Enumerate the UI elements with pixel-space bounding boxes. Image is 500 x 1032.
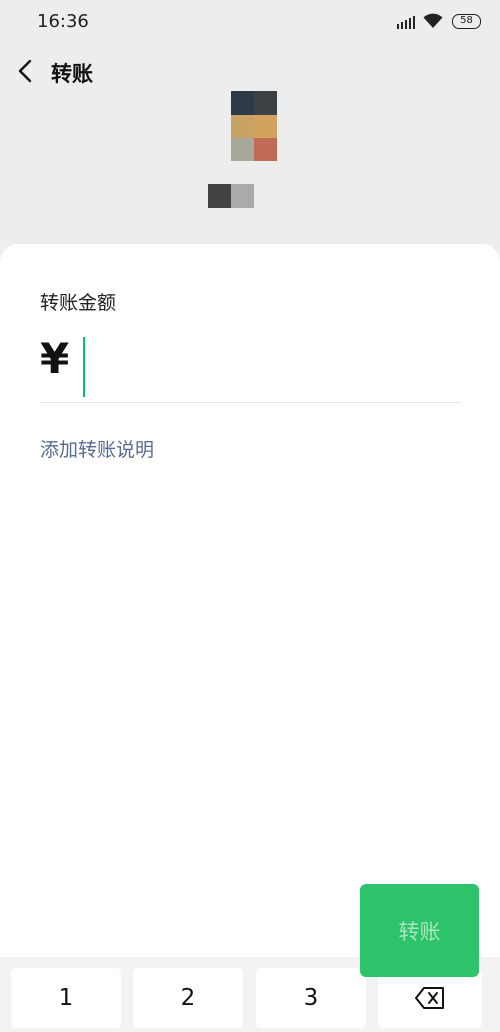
battery-icon: 58 <box>452 14 481 29</box>
amount-divider <box>40 402 461 403</box>
key-2[interactable]: 2 <box>133 968 243 1028</box>
text-cursor <box>83 337 85 397</box>
avatar-pixel <box>231 115 254 138</box>
status-time: 16:36 <box>37 11 89 32</box>
signal-icon <box>397 15 417 29</box>
amount-input[interactable] <box>80 336 460 398</box>
key-1[interactable]: 1 <box>11 968 121 1028</box>
payee-name-pixel <box>208 184 231 208</box>
wifi-icon <box>423 13 443 28</box>
delete-key[interactable] <box>378 968 482 1028</box>
payee-name-pixel <box>231 184 254 208</box>
amount-label: 转账金额 <box>40 292 117 314</box>
key-3[interactable]: 3 <box>256 968 366 1028</box>
avatar-pixel <box>254 91 277 115</box>
avatar-pixel <box>254 115 277 138</box>
avatar-pixel <box>231 91 254 115</box>
add-remark-link[interactable]: 添加转账说明 <box>40 435 154 462</box>
page-title: 转账 <box>51 62 93 86</box>
status-bar: 16:36 58 <box>0 0 500 44</box>
transfer-button[interactable]: 转账 <box>360 884 479 977</box>
currency-symbol: ¥ <box>40 334 70 383</box>
avatar-pixel <box>231 138 254 161</box>
back-icon[interactable] <box>14 56 40 86</box>
avatar <box>231 91 277 161</box>
avatar-pixel <box>254 138 277 161</box>
payee-name-redacted <box>208 184 254 208</box>
backspace-icon <box>415 987 444 1009</box>
